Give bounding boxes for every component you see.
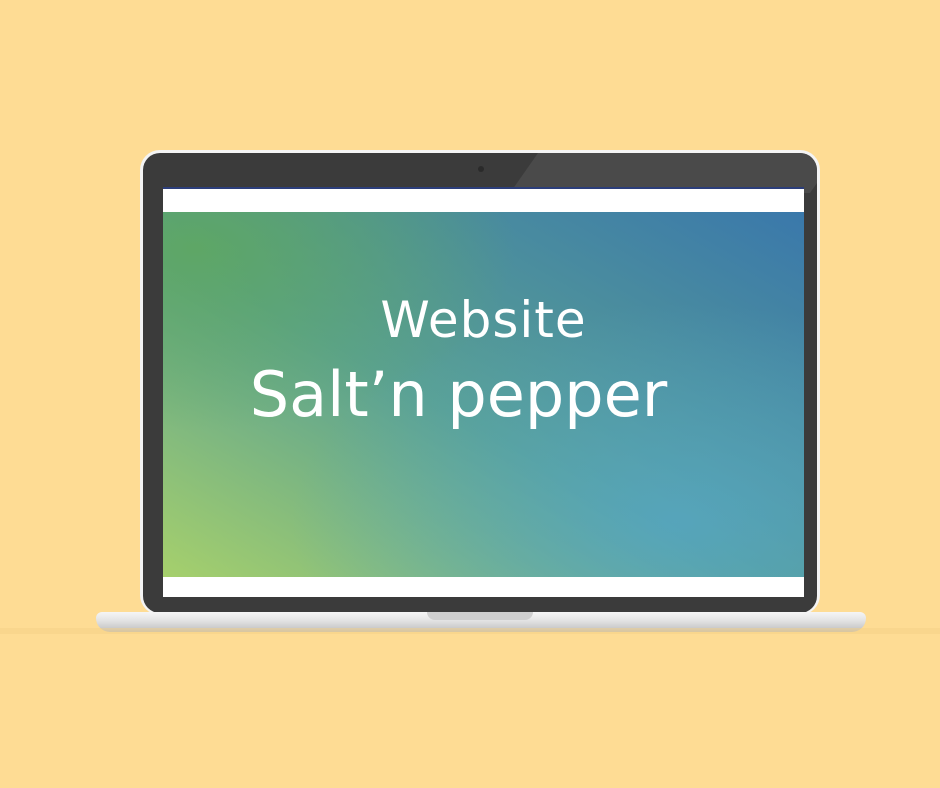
camera-icon — [478, 166, 484, 172]
laptop-shadow — [0, 628, 940, 634]
hero-subtitle: Salt’n pepper — [249, 358, 668, 431]
hero-banner: Website Salt’n pepper — [163, 212, 804, 577]
laptop-mockup: Website Salt’n pepper — [0, 0, 940, 788]
screen-top-border — [163, 187, 804, 189]
laptop-opening-notch — [427, 612, 533, 620]
laptop-screen: Website Salt’n pepper — [163, 187, 804, 597]
hero-title: Website — [380, 291, 587, 349]
